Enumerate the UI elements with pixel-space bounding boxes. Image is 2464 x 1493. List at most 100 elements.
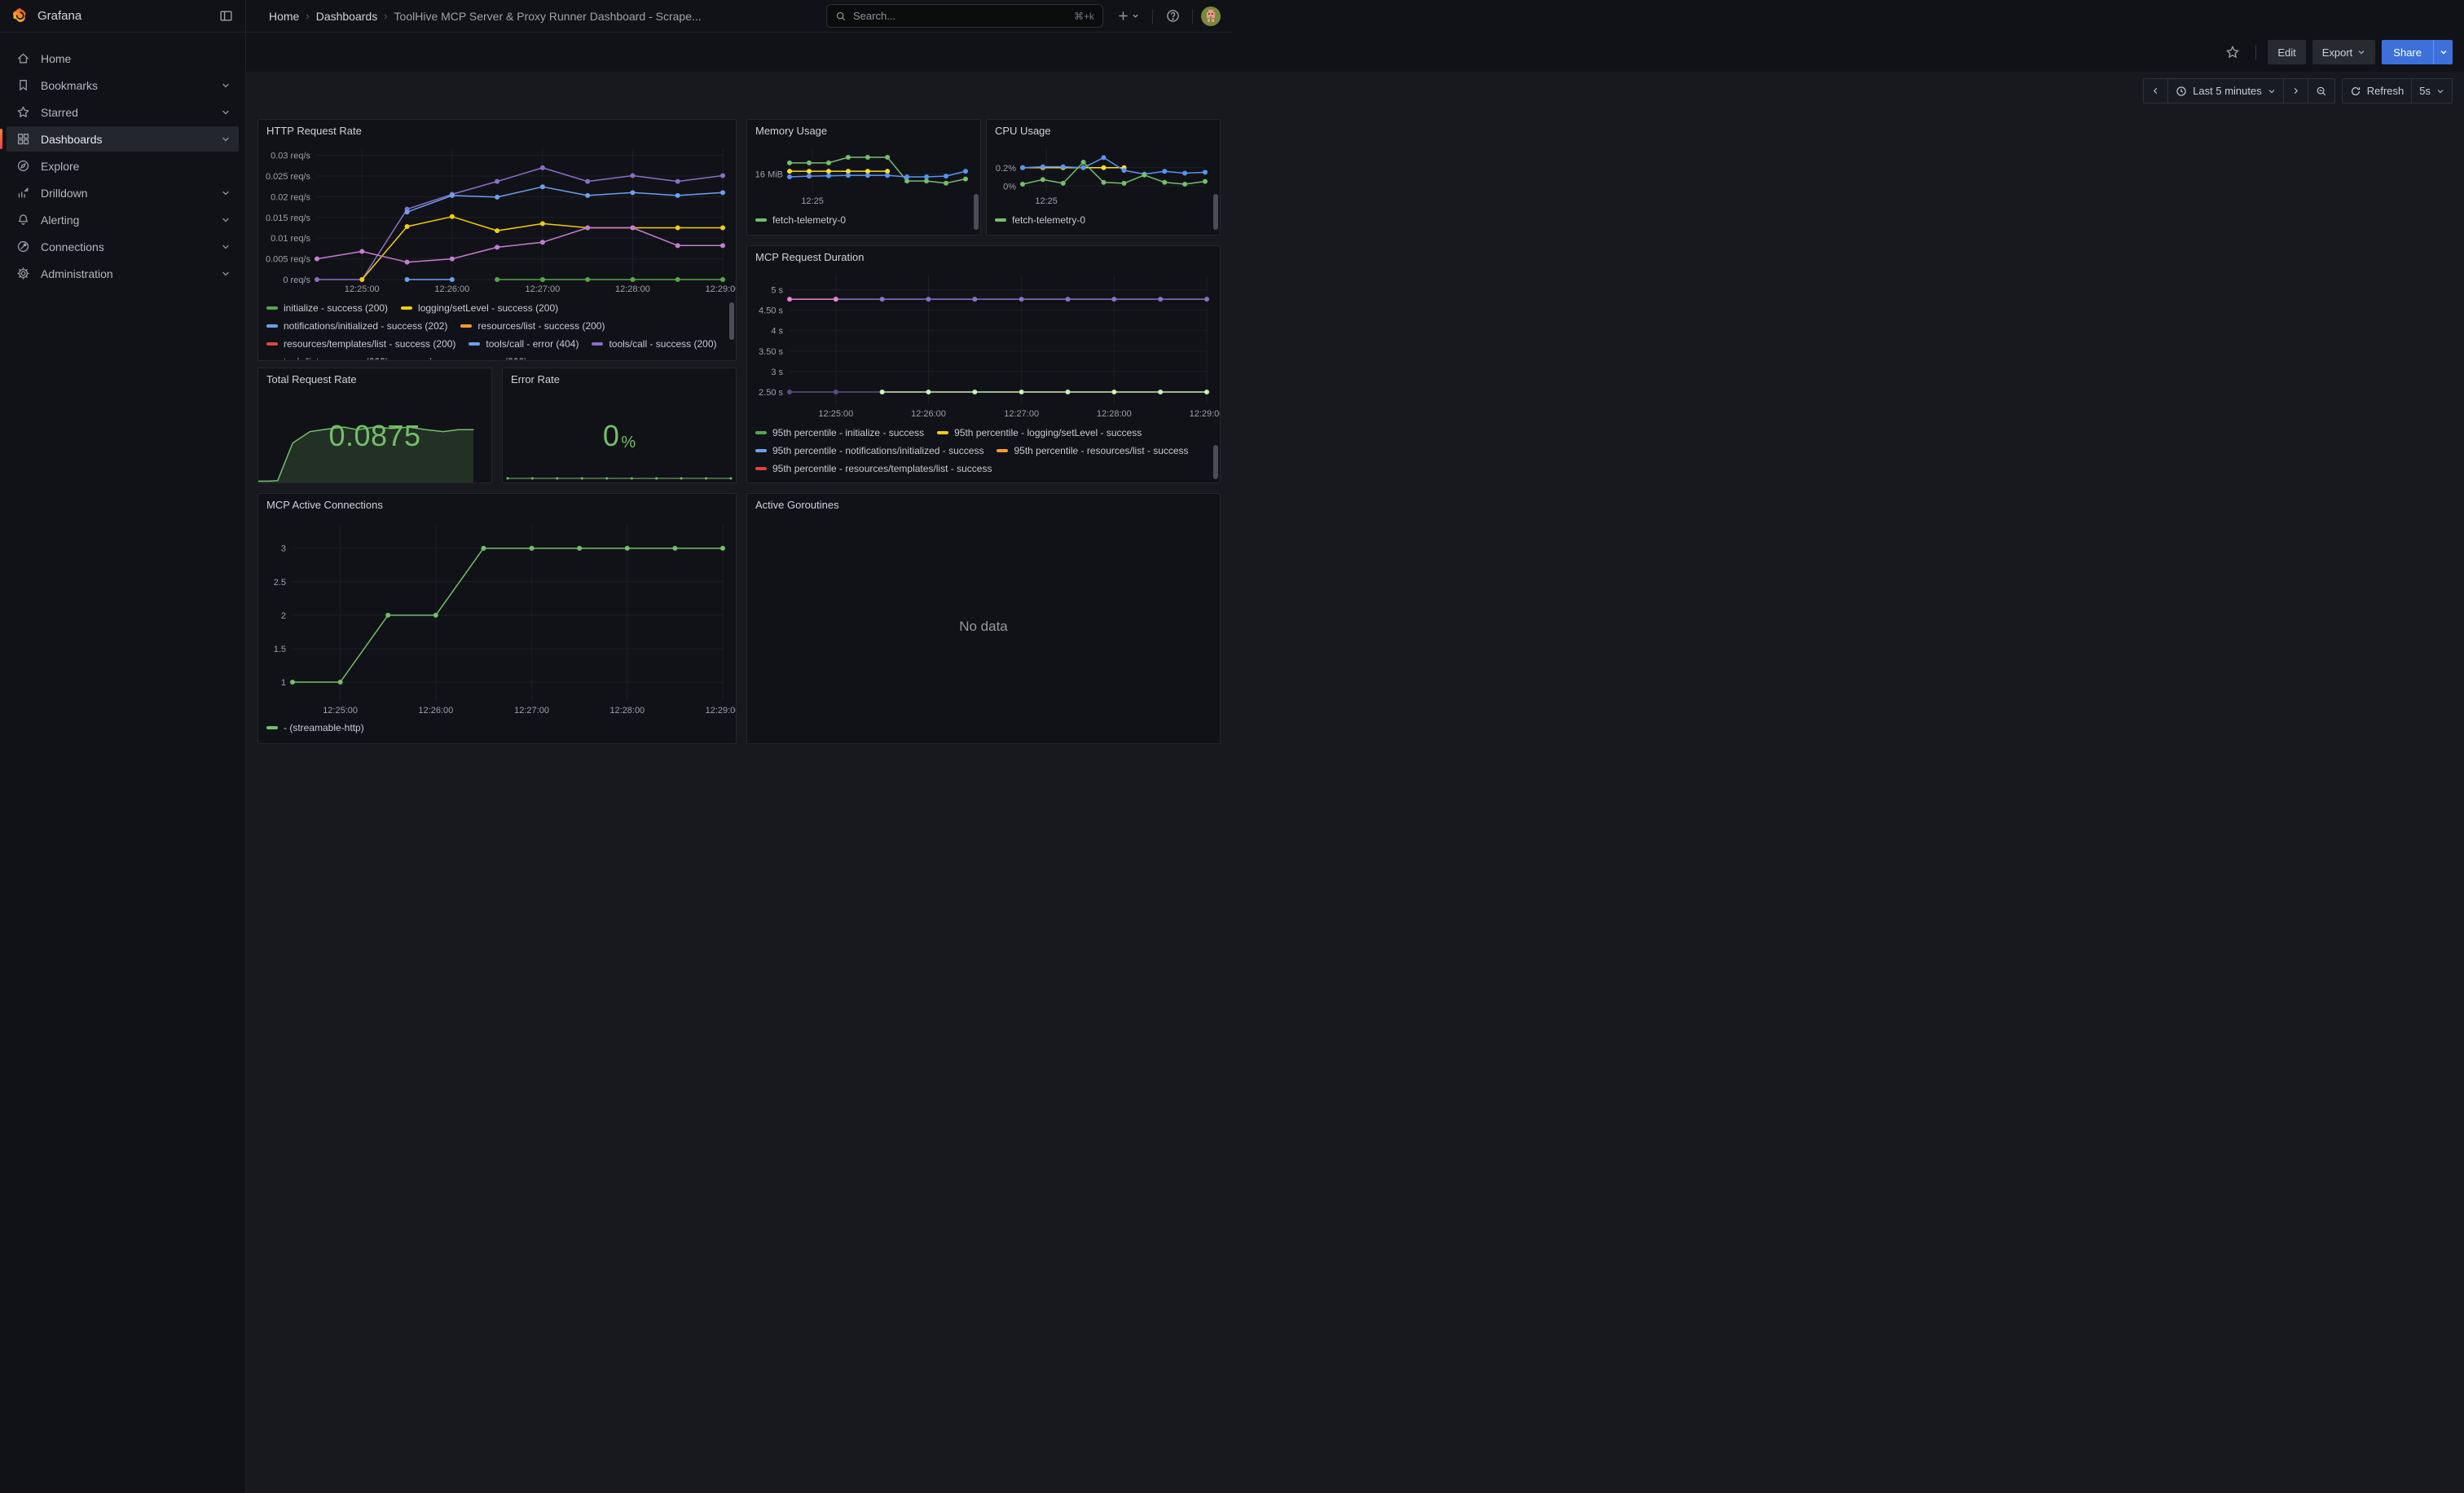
breadcrumb-item[interactable]: Home	[269, 10, 299, 23]
panel-title[interactable]: HTTP Request Rate	[266, 125, 362, 137]
add-new-button[interactable]	[1111, 5, 1144, 28]
sidebar-item-explore[interactable]: Explore	[7, 153, 239, 178]
svg-text:12:26:00: 12:26:00	[911, 409, 946, 419]
svg-text:3 s: 3 s	[771, 368, 783, 377]
chevron-down-icon[interactable]	[216, 215, 235, 225]
panel-title[interactable]: MCP Active Connections	[266, 499, 383, 511]
legend-item[interactable]: - (streamable-http)	[266, 719, 364, 737]
legend-item[interactable]: fetch-telemetry-0	[755, 211, 846, 229]
cpu-usage-chart[interactable]: 0.2% 0% 12:25	[990, 141, 1213, 208]
legend-item[interactable]: fetch-telemetry-0	[995, 211, 1085, 229]
sidebar-item-connections[interactable]: Connections	[7, 234, 239, 259]
share-menu-chevron[interactable]	[2433, 40, 2453, 64]
sidebar-item-bookmarks[interactable]: Bookmarks	[7, 73, 239, 98]
http-legend: initialize - success (200) logging/setLev…	[266, 299, 724, 359]
grafana-logo-icon[interactable]	[11, 7, 29, 25]
sidebar-item-alerting[interactable]: Alerting	[7, 207, 239, 232]
sidebar-item-label: Home	[41, 52, 235, 65]
legend-item[interactable]: 95th percentile - logging/setLevel - suc…	[937, 424, 1142, 442]
search-input[interactable]: Search... ⌘+k	[826, 4, 1103, 28]
svg-text:12:27:00: 12:27:00	[514, 706, 549, 716]
sidebar-item-drilldown[interactable]: Drilldown	[7, 180, 239, 205]
legend-item[interactable]: notifications/initialized - success (202…	[266, 317, 447, 335]
legend-marker	[997, 449, 1008, 452]
svg-text:0.01 req/s: 0.01 req/s	[271, 234, 310, 244]
avatar[interactable]	[1201, 7, 1221, 26]
panel-title[interactable]: Memory Usage	[755, 125, 827, 137]
legend-item[interactable]: tools/call - success (200)	[592, 335, 716, 353]
sidebar-item-administration[interactable]: Administration	[7, 261, 239, 286]
chevron-down-icon[interactable]	[216, 134, 235, 144]
plug-icon	[15, 239, 31, 255]
dashboard-actions-bar: Edit Export Share	[246, 33, 2464, 72]
legend-item[interactable]: resources/list - success (200)	[460, 317, 605, 335]
legend-scrollbar[interactable]	[1213, 445, 1218, 479]
sidebar-item-starred[interactable]: Starred	[7, 99, 239, 125]
http-request-rate-chart[interactable]: 0 req/s0.005 req/s0.01 req/s0.015 req/s0…	[263, 143, 731, 296]
chevron-down-icon[interactable]	[216, 108, 235, 117]
breadcrumb-item[interactable]: Dashboards	[316, 10, 378, 23]
zoom-out-button[interactable]	[2308, 78, 2335, 103]
svg-text:12:26:00: 12:26:00	[418, 706, 453, 716]
svg-text:0.2%: 0.2%	[996, 164, 1016, 174]
sidebar-item-label: Alerting	[41, 214, 216, 227]
time-controls: Last 5 minutes Refresh 5s	[2143, 78, 2453, 103]
connections-legend: - (streamable-http)	[266, 719, 724, 738]
legend-item[interactable]: initialize - success (200)	[266, 299, 388, 317]
legend-item[interactable]: 95th percentile - resources/templates/li…	[755, 460, 992, 478]
mcp-active-connections-chart[interactable]: 32.521.5112:25:0012:26:0012:27:0012:28:0…	[263, 518, 731, 717]
legend-marker	[266, 342, 278, 346]
time-shift-back-button[interactable]	[2143, 78, 2168, 103]
breadcrumb-item[interactable]: ToolHive MCP Server & Proxy Runner Dashb…	[394, 10, 702, 23]
help-icon[interactable]	[1161, 5, 1184, 28]
refresh-button[interactable]: Refresh	[2342, 78, 2413, 103]
panel-title[interactable]: Active Goroutines	[755, 499, 839, 511]
legend-item[interactable]: 95th percentile - notifications/initiali…	[755, 442, 983, 460]
favorite-star-button[interactable]	[2221, 41, 2244, 64]
chevron-down-icon[interactable]	[216, 269, 235, 279]
chevron-down-icon[interactable]	[216, 188, 235, 198]
legend-item[interactable]: resources/templates/list - success (200)	[266, 335, 455, 353]
legend-item[interactable]: unknown - success (200)	[402, 353, 527, 359]
sidebar-item-dashboards[interactable]: Dashboards	[7, 126, 239, 152]
share-button[interactable]: Share	[2382, 40, 2433, 64]
svg-text:2.50 s: 2.50 s	[759, 388, 783, 398]
legend-item[interactable]: logging/setLevel - success (200)	[401, 299, 558, 317]
svg-text:0%: 0%	[1003, 182, 1016, 192]
svg-text:12:28:00: 12:28:00	[609, 706, 645, 716]
panel-title[interactable]: CPU Usage	[995, 125, 1051, 137]
time-shift-forward-button[interactable]	[2283, 78, 2308, 103]
legend-item[interactable]: tools/call - error (404)	[469, 335, 579, 353]
panel-error-rate: Error Rate 0%	[502, 368, 737, 483]
svg-text:12:27:00: 12:27:00	[1004, 409, 1039, 419]
panel-title[interactable]: MCP Request Duration	[755, 251, 864, 263]
duration-legend: 95th percentile - initialize - success95…	[755, 424, 1208, 481]
legend-item[interactable]: tools/list - success (200)	[266, 353, 389, 359]
legend-item[interactable]: 95th percentile - resources/list - succe…	[997, 442, 1188, 460]
panel-mcp-request-duration: MCP Request Duration 5 s4.50 s4 s3.50 s3…	[746, 245, 1221, 483]
legend-scrollbar[interactable]	[974, 194, 979, 230]
drilldown-icon	[15, 185, 31, 201]
home-icon	[15, 51, 31, 67]
memory-usage-chart[interactable]: 16 MiB12:25	[750, 141, 974, 208]
sidebar-item-label: Starred	[41, 106, 216, 119]
svg-text:4.50 s: 4.50 s	[759, 306, 783, 316]
svg-text:2.5: 2.5	[274, 578, 286, 588]
chevron-down-icon[interactable]	[216, 242, 235, 252]
sidebar-item-home[interactable]: Home	[7, 46, 239, 71]
sidebar-item-label: Bookmarks	[41, 79, 216, 92]
legend-marker	[592, 342, 603, 346]
sidebar-toggle-icon[interactable]	[214, 5, 237, 28]
legend-scrollbar[interactable]	[729, 302, 734, 340]
mcp-request-duration-chart[interactable]: 5 s4.50 s4 s3.50 s3 s2.50 s12:25:0012:26…	[752, 269, 1215, 421]
legend-item[interactable]: 95th percentile - initialize - success	[755, 424, 924, 442]
refresh-interval-dropdown[interactable]: 5s	[2411, 78, 2453, 103]
svg-text:12:25: 12:25	[1035, 196, 1058, 206]
export-button[interactable]: Export	[2312, 40, 2376, 64]
edit-button[interactable]: Edit	[2268, 40, 2305, 64]
chevron-down-icon[interactable]	[216, 81, 235, 90]
time-range-picker[interactable]: Last 5 minutes	[2167, 78, 2284, 103]
sidebar-item-label: Dashboards	[41, 133, 216, 146]
search-placeholder: Search...	[853, 10, 1067, 22]
legend-scrollbar[interactable]	[1213, 194, 1218, 230]
